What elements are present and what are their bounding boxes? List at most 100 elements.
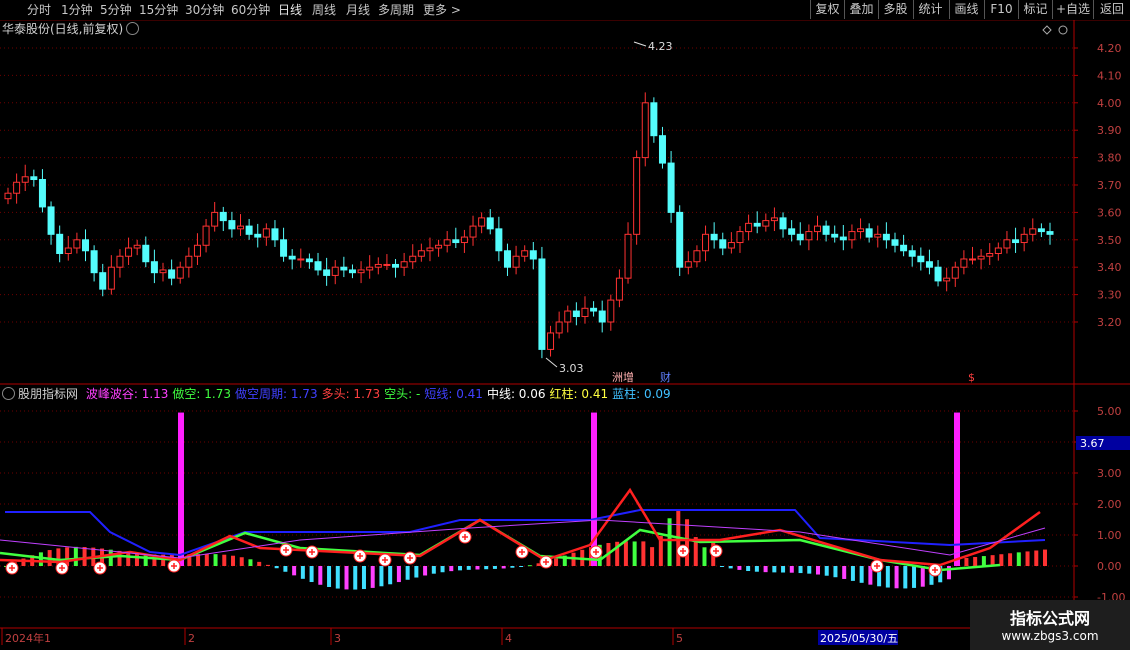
indicator-name[interactable]: 股朋指标网 [18,387,78,401]
candle-body [1037,228,1045,233]
candle-body [822,225,830,235]
candle-body [297,258,305,261]
candle-body [107,266,115,290]
histogram-bar [885,566,890,588]
histogram-bar [763,566,768,573]
candle-body [572,310,580,318]
event-tag: 财 [660,370,671,384]
indicator-value: 多头: 1.73 [321,387,381,401]
histogram-bar [999,554,1004,566]
candle-body [693,250,701,263]
indicator-value: 红柱: 0.41 [549,387,609,401]
histogram-bar [440,566,445,573]
indicator-value: 蓝柱: 0.09 [612,387,671,401]
histogram-bar [894,566,899,589]
histogram-bar [815,566,820,575]
candle-body [366,266,374,271]
candle-body [951,266,959,279]
indicator-tick-label: 5.00 [1097,405,1122,418]
histogram-bar [650,547,655,566]
histogram-bar [309,566,314,583]
spike-bar [954,412,960,566]
histogram-bar [396,566,401,583]
candle-body [64,247,72,255]
histogram-bar [824,566,829,576]
high-marker-line [633,41,647,47]
candle-body [770,217,778,222]
candle-body [314,261,322,271]
candle-body [848,231,856,241]
histogram-bar [850,566,855,581]
candle-body [193,244,201,257]
candle-body [228,220,236,230]
histogram-bar [231,555,236,566]
candle-body [13,181,21,194]
histogram-bar [798,566,803,574]
candle-body [478,217,486,227]
candle-body [460,236,468,244]
histogram-bar [641,541,646,566]
histogram-bar [519,566,524,567]
candle-body [340,266,348,271]
candle-body [323,269,331,276]
candle-body [581,307,589,318]
price-tick-label: 4.10 [1097,69,1122,82]
candle-body [925,261,933,268]
cursor-date-label: 2025/05/30/五 [820,632,898,645]
low-marker-line [545,357,558,368]
candle-body [839,236,847,241]
candle-body [667,162,675,213]
histogram-bar [492,566,497,569]
histogram-bar [292,566,297,576]
date-label: 2024年1 [5,631,51,645]
indicator-menu-icon[interactable] [2,387,15,400]
histogram-bar [833,566,838,578]
histogram-bar [475,566,480,570]
candle-body [237,225,245,230]
candle-body [529,250,537,260]
candle-body [813,225,821,233]
candle-body [400,261,408,268]
histogram-bar [510,566,515,568]
low-price-label: 3.03 [559,362,584,375]
candle-body [21,176,29,183]
candle-body [409,255,417,263]
histogram-bar [458,566,463,571]
candle-body [710,233,718,241]
candle-body [598,310,606,323]
histogram-bar [781,566,786,573]
indicator-value: 做空周期: 1.73 [235,387,318,401]
candle-body [512,255,520,268]
diamond-icon[interactable] [1042,25,1052,35]
candle-body [650,102,658,137]
candle-body [383,263,391,266]
candle-body [1046,231,1054,235]
candle-body [934,266,942,282]
candle-body [960,258,968,268]
candle-body [762,220,770,227]
candle-body [641,102,649,159]
candle-body [159,269,167,274]
candle-body [874,233,882,238]
histogram-bar [527,565,532,567]
candle-body [452,239,460,244]
histogram-bar [842,566,847,579]
candle-body [831,233,839,238]
candle-body [56,233,64,255]
candle-body [185,255,193,268]
candle-body [486,217,494,230]
candle-body [633,157,641,235]
indicator-value: 空头: - [384,387,421,401]
candle-body [262,228,270,238]
circle-icon[interactable] [1058,25,1068,35]
histogram-bar [702,547,707,566]
candle-body [994,247,1002,255]
candle-body [38,179,46,208]
candle-body [805,231,813,241]
histogram-bar [746,566,751,572]
histogram-bar [82,547,87,566]
kline-chart[interactable]: 4.23 3.03 洲增 财 $ 4.20 4.10 4.00 3.90 3.80 3.70 3.6… [0,0,1130,650]
candle-body [590,307,598,312]
histogram-bar [754,566,759,572]
histogram-bar [973,557,978,566]
